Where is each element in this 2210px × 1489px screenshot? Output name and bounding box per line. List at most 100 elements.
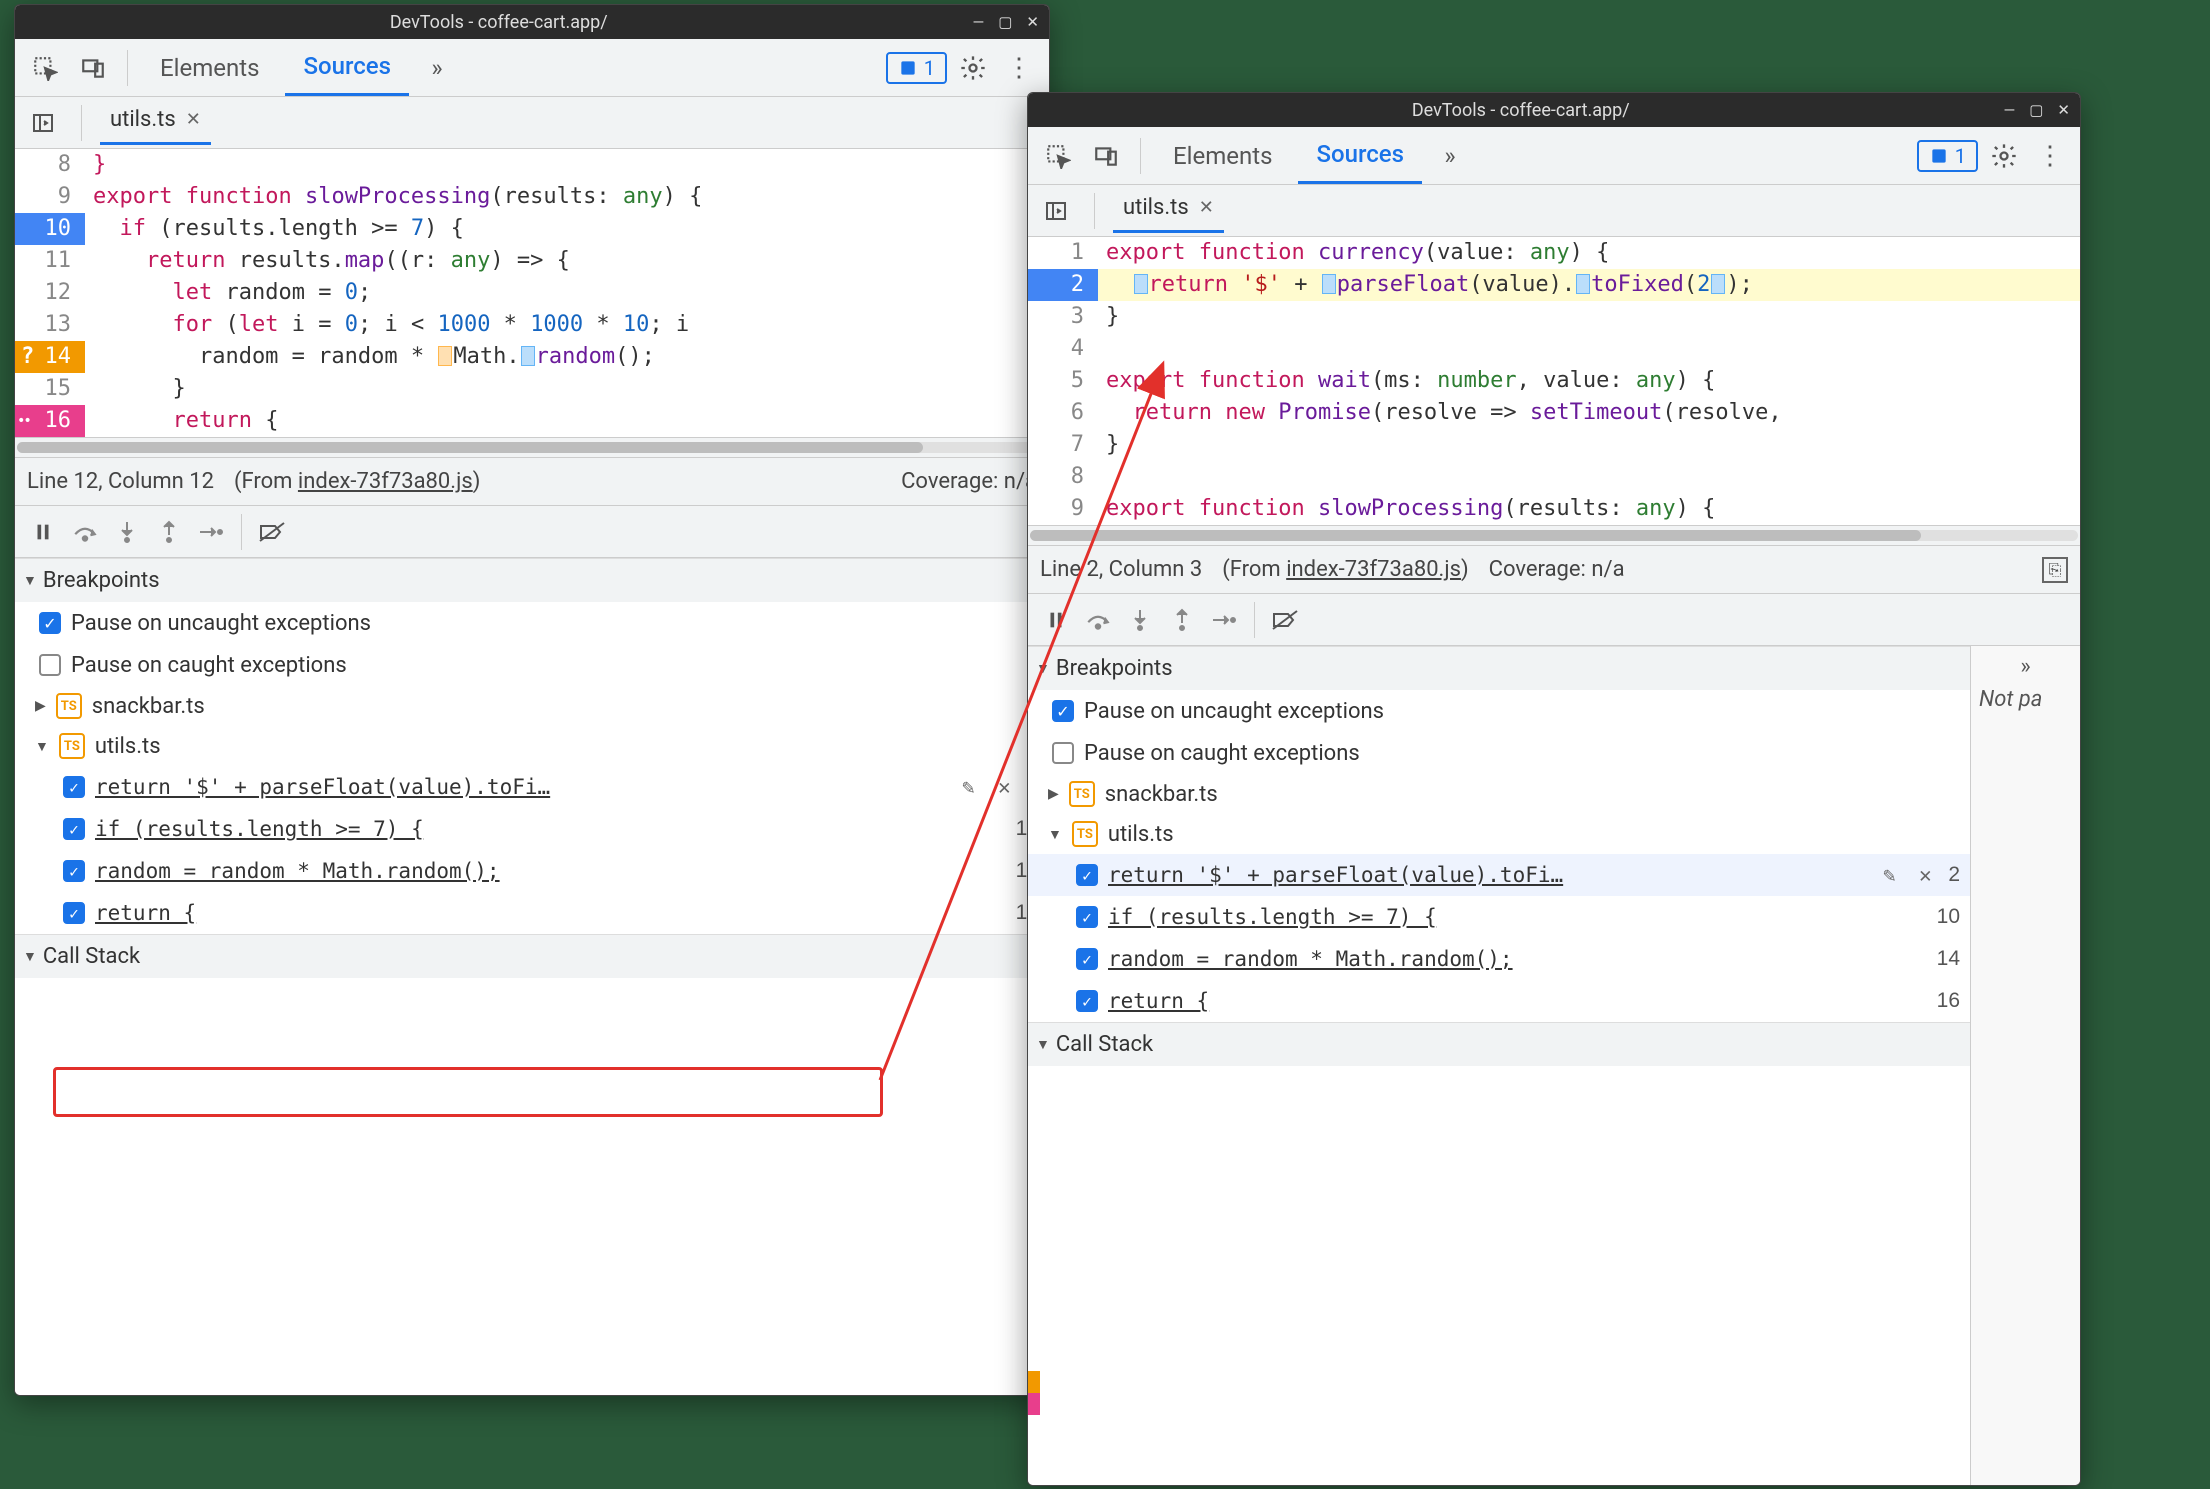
step-icon[interactable] (1206, 602, 1242, 638)
line-content[interactable]: export function slowProcessing(results: … (85, 181, 1049, 213)
section-call-stack[interactable]: ▼ Call Stack (15, 934, 1049, 978)
step-out-icon[interactable] (1164, 602, 1200, 638)
line-number-gutter[interactable]: 16 (15, 405, 85, 437)
step-over-icon[interactable] (1080, 602, 1116, 638)
pause-uncaught-toggle[interactable]: ✓Pause on uncaught exceptions (1028, 690, 1970, 732)
step-out-icon[interactable] (151, 514, 187, 550)
line-number-gutter[interactable]: 13 (15, 309, 85, 341)
close-window-icon[interactable]: ✕ (2057, 101, 2070, 119)
code-line[interactable]: 9export function slowProcessing(results:… (15, 181, 1049, 213)
line-number-gutter[interactable]: 2 (1028, 269, 1098, 301)
line-number-gutter[interactable]: 8 (1028, 461, 1098, 493)
tab-sources[interactable]: Sources (285, 39, 409, 96)
line-content[interactable]: return new Promise(resolve => setTimeout… (1098, 397, 2080, 429)
line-number-gutter[interactable]: 10 (15, 213, 85, 245)
close-window-icon[interactable]: ✕ (1026, 13, 1039, 31)
code-line[interactable]: 9export function slowProcessing(results:… (1028, 493, 2080, 525)
debugger-sidebar[interactable]: ▼ Breakpoints✓Pause on uncaught exceptio… (15, 558, 1049, 1395)
horizontal-scrollbar[interactable] (1028, 525, 2080, 545)
line-number-gutter[interactable]: 7 (1028, 429, 1098, 461)
code-editor[interactable]: 1export function currency(value: any) {2… (1028, 237, 2080, 525)
line-number-gutter[interactable]: 4 (1028, 333, 1098, 365)
step-into-icon[interactable] (1122, 602, 1158, 638)
breakpoint-file-utils[interactable]: ▼TSutils.ts (1028, 814, 1970, 854)
line-content[interactable]: return { (85, 405, 1049, 437)
pause-uncaught-toggle[interactable]: ✓Pause on uncaught exceptions (15, 602, 1049, 644)
issues-badge[interactable]: 1 (1917, 140, 1978, 172)
line-content[interactable]: } (1098, 429, 2080, 461)
code-line[interactable]: 15 } (15, 373, 1049, 405)
code-line[interactable]: 14 random = random * Math.random(); (15, 341, 1049, 373)
maximize-icon[interactable]: ▢ (998, 13, 1012, 31)
step-icon[interactable] (193, 514, 229, 550)
section-breakpoints[interactable]: ▼ Breakpoints (1028, 646, 1970, 690)
close-tab-icon[interactable]: ✕ (186, 109, 201, 130)
code-line[interactable]: 8} (15, 149, 1049, 181)
pause-caught-toggle[interactable]: Pause on caught exceptions (1028, 732, 1970, 774)
settings-gear-icon[interactable] (1984, 136, 2024, 176)
line-number-gutter[interactable]: 9 (1028, 493, 1098, 525)
code-line[interactable]: 13 for (let i = 0; i < 1000 * 1000 * 10;… (15, 309, 1049, 341)
code-line[interactable]: 4 (1028, 333, 2080, 365)
breakpoint-item[interactable]: ✓return '$' + parseFloat(value).toFi…✎✕2 (15, 766, 1049, 808)
line-number-gutter[interactable]: 9 (15, 181, 85, 213)
step-over-icon[interactable] (67, 514, 103, 550)
code-line[interactable]: 1export function currency(value: any) { (1028, 237, 2080, 269)
code-line[interactable]: 5export function wait(ms: number, value:… (1028, 365, 2080, 397)
line-number-gutter[interactable]: 11 (15, 245, 85, 277)
code-line[interactable]: 6 return new Promise(resolve => setTimeo… (1028, 397, 2080, 429)
line-content[interactable]: if (results.length >= 7) { (85, 213, 1049, 245)
edit-breakpoint-icon[interactable]: ✎ (955, 775, 981, 799)
line-number-gutter[interactable]: 15 (15, 373, 85, 405)
breakpoint-item[interactable]: ✓random = random * Math.random();14 (1028, 938, 1970, 980)
minimize-icon[interactable]: — (973, 13, 985, 31)
tab-elements[interactable]: Elements (1155, 127, 1290, 184)
line-number-gutter[interactable]: 1 (1028, 237, 1098, 269)
section-call-stack[interactable]: ▼ Call Stack (1028, 1022, 1970, 1066)
show-navigator-icon[interactable] (1036, 191, 1076, 231)
code-line[interactable]: 2 return '$' + parseFloat(value).toFixed… (1028, 269, 2080, 301)
line-content[interactable]: export function slowProcessing(results: … (1098, 493, 2080, 525)
breakpoint-item[interactable]: ✓random = random * Math.random();14 (15, 850, 1049, 892)
settings-gear-icon[interactable] (953, 48, 993, 88)
code-line[interactable]: 11 return results.map((r: any) => { (15, 245, 1049, 277)
breakpoint-file-utils[interactable]: ▼TSutils.ts (15, 726, 1049, 766)
line-content[interactable]: random = random * Math.random(); (85, 341, 1049, 373)
device-toolbar-icon[interactable] (1086, 136, 1126, 176)
line-content[interactable]: return results.map((r: any) => { (85, 245, 1049, 277)
sourcemap-icon[interactable]: ⎘ (2042, 557, 2068, 583)
deactivate-breakpoints-icon[interactable] (254, 514, 290, 550)
edit-breakpoint-icon[interactable]: ✎ (1876, 863, 1902, 887)
line-content[interactable] (1098, 461, 2080, 493)
maximize-icon[interactable]: ▢ (2029, 101, 2043, 119)
source-map-link[interactable]: index-73f73a80.js (1286, 557, 1461, 582)
more-tabs-icon[interactable]: » (417, 48, 457, 88)
file-tab-utils[interactable]: utils.ts ✕ (100, 101, 211, 145)
line-number-gutter[interactable]: 14 (15, 341, 85, 373)
deactivate-breakpoints-icon[interactable] (1267, 602, 1303, 638)
line-content[interactable] (1098, 333, 2080, 365)
line-content[interactable]: export function currency(value: any) { (1098, 237, 2080, 269)
step-into-icon[interactable] (109, 514, 145, 550)
device-toolbar-icon[interactable] (73, 48, 113, 88)
tab-sources[interactable]: Sources (1298, 127, 1422, 184)
tab-elements[interactable]: Elements (142, 39, 277, 96)
source-map-link[interactable]: index-73f73a80.js (298, 469, 473, 494)
more-tabs-icon[interactable]: » (1430, 136, 1470, 176)
breakpoint-item[interactable]: ✓return {16 (1028, 980, 1970, 1022)
line-content[interactable]: for (let i = 0; i < 1000 * 1000 * 10; i (85, 309, 1049, 341)
code-line[interactable]: 10 if (results.length >= 7) { (15, 213, 1049, 245)
remove-breakpoint-icon[interactable]: ✕ (991, 775, 1017, 799)
line-number-gutter[interactable]: 3 (1028, 301, 1098, 333)
pause-icon[interactable] (1038, 602, 1074, 638)
breakpoint-item[interactable]: ✓return {16 (15, 892, 1049, 934)
code-line[interactable]: 8 (1028, 461, 2080, 493)
line-number-gutter[interactable]: 8 (15, 149, 85, 181)
breakpoint-file-snackbar[interactable]: ▶TSsnackbar.ts (1028, 774, 1970, 814)
code-line[interactable]: 3} (1028, 301, 2080, 333)
breakpoint-item[interactable]: ✓return '$' + parseFloat(value).toFi…✎✕2 (1028, 854, 1970, 896)
show-navigator-icon[interactable] (23, 103, 63, 143)
inspect-element-icon[interactable] (25, 48, 65, 88)
minimize-icon[interactable]: — (2004, 101, 2016, 119)
debugger-sidebar[interactable]: ▼ Breakpoints✓Pause on uncaught exceptio… (1028, 646, 1970, 1485)
